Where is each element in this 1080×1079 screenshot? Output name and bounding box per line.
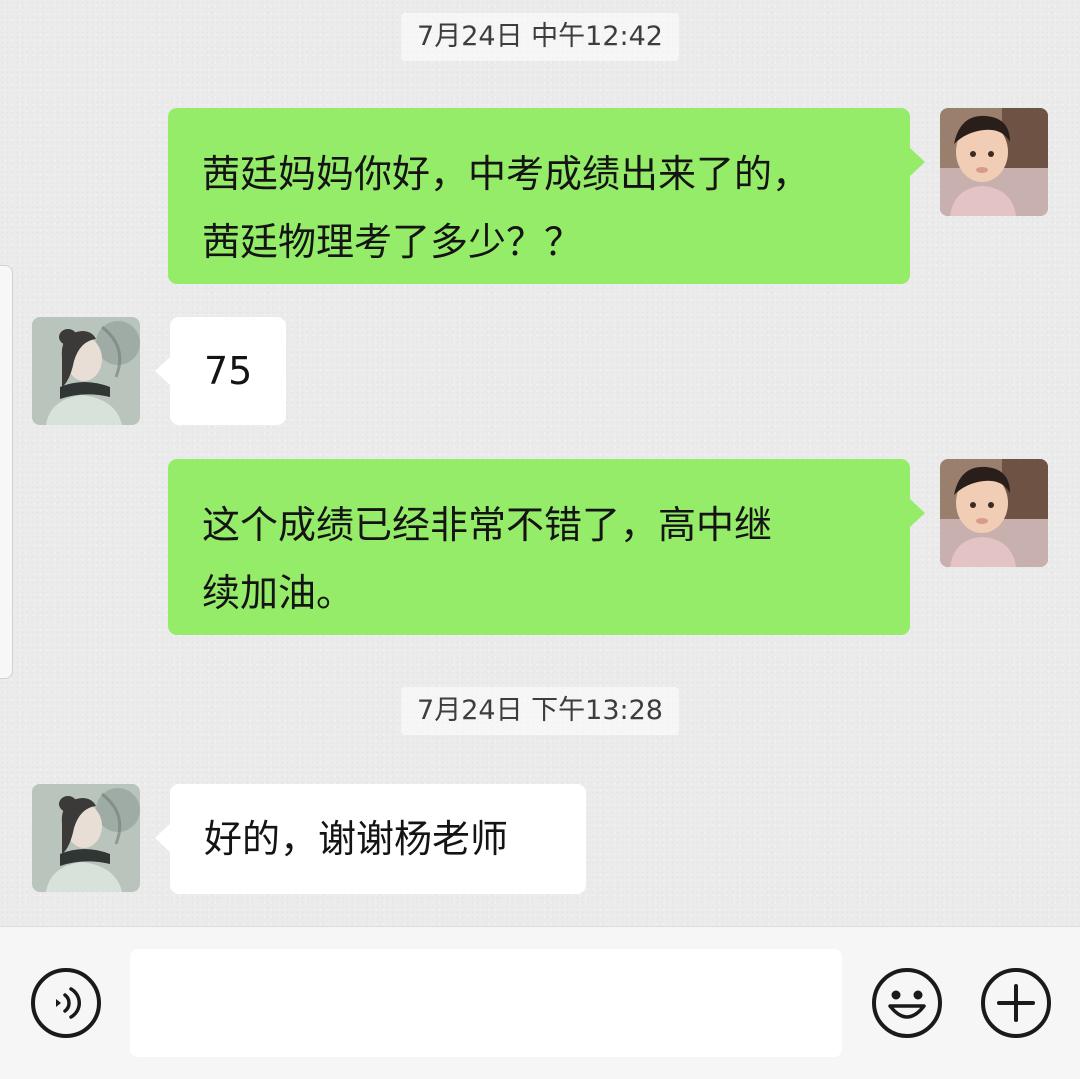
chat-area[interactable]: 7月24日 中午12:42 茜廷妈妈你好，中考成绩出来了的， 茜廷物理考了多少？…	[0, 0, 1080, 926]
my-avatar[interactable]	[940, 459, 1048, 567]
input-bar	[0, 926, 1080, 1079]
voice-icon[interactable]	[29, 966, 103, 1040]
timestamp: 7月24日 下午13:28	[401, 687, 679, 735]
side-drawer-handle[interactable]	[0, 265, 13, 679]
message-line: 好的，谢谢杨老师	[204, 817, 509, 861]
timestamp: 7月24日 中午12:42	[401, 13, 679, 61]
message-line: 茜廷物理考了多少？？	[202, 220, 583, 264]
message-line: 75	[204, 349, 253, 393]
plus-icon[interactable]	[979, 966, 1053, 1040]
incoming-message-bubble[interactable]: 75	[155, 317, 286, 425]
message-line: 这个成绩已经非常不错了，高中继	[202, 503, 773, 547]
my-avatar[interactable]	[940, 108, 1048, 216]
message-input[interactable]	[130, 949, 842, 1057]
outgoing-message-bubble[interactable]: 茜廷妈妈你好，中考成绩出来了的， 茜廷物理考了多少？？	[168, 108, 925, 284]
message-line: 茜廷妈妈你好，中考成绩出来了的，	[202, 152, 811, 196]
outgoing-message-bubble[interactable]: 这个成绩已经非常不错了，高中继 续加油。	[168, 459, 925, 635]
emoji-icon[interactable]	[870, 966, 944, 1040]
message-line: 续加油。	[202, 571, 355, 615]
contact-avatar[interactable]	[32, 784, 140, 892]
incoming-message-bubble[interactable]: 好的，谢谢杨老师	[155, 784, 586, 894]
contact-avatar[interactable]	[32, 317, 140, 425]
